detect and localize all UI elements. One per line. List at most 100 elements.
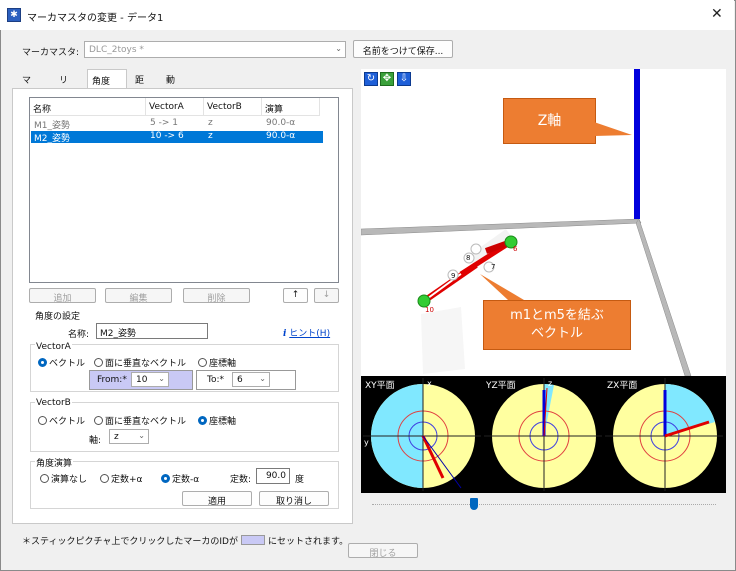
to-label: To:*	[207, 375, 225, 385]
unit-label: 度	[295, 475, 305, 485]
cell-calc: 90.0-α	[266, 131, 296, 141]
angle-sector	[371, 384, 423, 436]
hint-link[interactable]: i ヒント(H)	[283, 326, 330, 339]
radio-selected-icon	[198, 416, 207, 425]
chevron-down-icon: ⌄	[335, 44, 342, 53]
radio-label: 座標軸	[209, 417, 237, 427]
calc-radio-minus[interactable]: 定数-α	[161, 472, 199, 485]
radio-icon	[198, 358, 207, 367]
cell-name: M1_姿勢	[34, 121, 70, 131]
vector-a-radio-axis[interactable]: 座標軸	[198, 356, 236, 369]
cell-vector-a: 5 -> 1	[150, 118, 178, 128]
column-header-calc[interactable]: 演算	[262, 98, 320, 116]
radio-label: 面に垂直なベクトル	[105, 359, 187, 369]
cell-vector-b: z	[208, 118, 213, 128]
radio-icon	[94, 358, 103, 367]
y-axis-label: y	[364, 438, 369, 447]
vector-b-radio-normal[interactable]: 面に垂直なベクトル	[94, 414, 186, 427]
plane-views: XY平面 x y YZ平面 z ZX平面	[361, 376, 726, 493]
apply-button[interactable]: 適用	[182, 491, 252, 507]
marker-node[interactable]	[470, 243, 482, 255]
vector-a-radio-normal[interactable]: 面に垂直なベクトル	[94, 356, 186, 369]
radio-label: 面に垂直なベクトル	[105, 417, 187, 427]
move-icon[interactable]: ✥	[380, 72, 394, 86]
app-icon: ✱	[7, 8, 21, 22]
zx-plane-view[interactable]	[605, 378, 723, 491]
vector-b-radio-vector[interactable]: ベクトル	[38, 414, 85, 427]
close-icon[interactable]: ✕	[711, 6, 723, 22]
id-highlight-swatch	[240, 535, 265, 545]
cancel-button[interactable]: 取り消し	[259, 491, 329, 507]
column-header-vector-b[interactable]: VectorB	[204, 98, 262, 116]
name-label: 名称:	[68, 330, 90, 340]
marker-master-label: マーカマスタ:	[22, 48, 80, 58]
tab-angle[interactable]: 角度	[87, 69, 127, 89]
radio-icon	[38, 416, 47, 425]
radio-label: ベクトル	[49, 417, 86, 427]
calc-title: 角度演算	[35, 456, 74, 469]
tab-motion-analysis[interactable]: 動作分析	[162, 69, 179, 125]
vector-callout-line2: ベクトル	[530, 326, 583, 341]
footer-note-suffix: にセットされます。	[267, 537, 349, 547]
add-button[interactable]: 追加	[29, 288, 96, 304]
to-select[interactable]: 6 ⌄	[232, 372, 270, 387]
delete-button[interactable]: 削除	[183, 288, 250, 304]
marker-label: 9	[451, 272, 456, 280]
yz-plane-canvas	[484, 378, 602, 491]
yz-plane-label: YZ平面	[486, 381, 516, 391]
name-field[interactable]: M2_姿勢	[96, 323, 208, 339]
tab-link[interactable]: リンク	[55, 69, 72, 112]
footer-note-text: ＊スティックピクチャ上でクリックしたマーカのIDが	[22, 537, 238, 547]
rotate-icon[interactable]: ↻	[364, 72, 378, 86]
const-label: 定数:	[230, 475, 252, 485]
radio-label: 定数-α	[172, 475, 200, 485]
marker-label: 7	[491, 263, 496, 271]
close-button[interactable]: 閉じる	[348, 543, 418, 559]
axis-select[interactable]: z ⌄	[109, 429, 149, 444]
axis-label: 軸:	[89, 436, 102, 446]
zx-plane-label: ZX平面	[607, 381, 638, 391]
from-select[interactable]: 10 ⌄	[131, 372, 169, 387]
floor-axis-bar-right	[635, 218, 692, 377]
xy-plane-canvas	[363, 378, 481, 491]
column-header-vector-a[interactable]: VectorA	[146, 98, 204, 116]
marker-master-value: DLC_2toys *	[89, 45, 144, 55]
x-axis-label: x	[427, 379, 432, 388]
tab-distance[interactable]: 距離	[131, 69, 148, 99]
z-callout-pointer	[594, 122, 632, 136]
column-header-name[interactable]: 名称	[30, 98, 146, 116]
table-row[interactable]: M1_姿勢 5 -> 1 z 90.0-α	[31, 118, 323, 131]
radio-icon	[94, 416, 103, 425]
move-down-button[interactable]: ↓	[314, 288, 339, 303]
const-field[interactable]: 90.0	[256, 468, 290, 484]
marker-label: 6	[513, 245, 518, 253]
marker-master-combo[interactable]: DLC_2toys * ⌄	[84, 41, 346, 58]
tab-marker[interactable]: マーカ	[18, 69, 35, 112]
info-icon: i	[283, 329, 287, 339]
calc-radio-plus[interactable]: 定数+α	[100, 472, 142, 485]
from-value: 10	[136, 375, 148, 385]
move-up-button[interactable]: ↑	[283, 288, 308, 303]
chevron-down-icon: ⌄	[259, 374, 266, 383]
down-arrow-icon[interactable]: ⇩	[397, 72, 411, 86]
frame-slider-track[interactable]	[372, 504, 716, 505]
angle-list[interactable]: 名称 VectorA VectorB 演算 M1_姿勢 5 -> 1 z 90.…	[29, 97, 339, 283]
vector-a-radio-vector[interactable]: ベクトル	[38, 356, 85, 369]
vector-b-radio-axis[interactable]: 座標軸	[198, 414, 236, 427]
edit-button[interactable]: 編集	[105, 288, 172, 304]
xy-plane-view[interactable]	[363, 378, 481, 491]
z-axis-label: z	[548, 379, 553, 388]
radio-selected-icon	[38, 358, 47, 367]
cell-name: M2_姿勢	[34, 134, 70, 144]
calc-radio-none[interactable]: 演算なし	[40, 472, 87, 485]
xy-plane-label: XY平面	[365, 381, 395, 391]
vector-b-group	[30, 402, 339, 452]
cell-vector-b: z	[208, 131, 213, 141]
angle-settings-title: 角度の設定	[35, 312, 81, 322]
yz-plane-view[interactable]	[484, 378, 602, 491]
chevron-down-icon: ⌄	[158, 374, 165, 383]
radio-label: 座標軸	[209, 359, 237, 369]
table-row-selected[interactable]: M2_姿勢 10 -> 6 z 90.0-α	[31, 131, 323, 144]
save-as-button[interactable]: 名前をつけて保存...	[353, 40, 453, 58]
frame-slider-thumb[interactable]	[470, 498, 478, 510]
